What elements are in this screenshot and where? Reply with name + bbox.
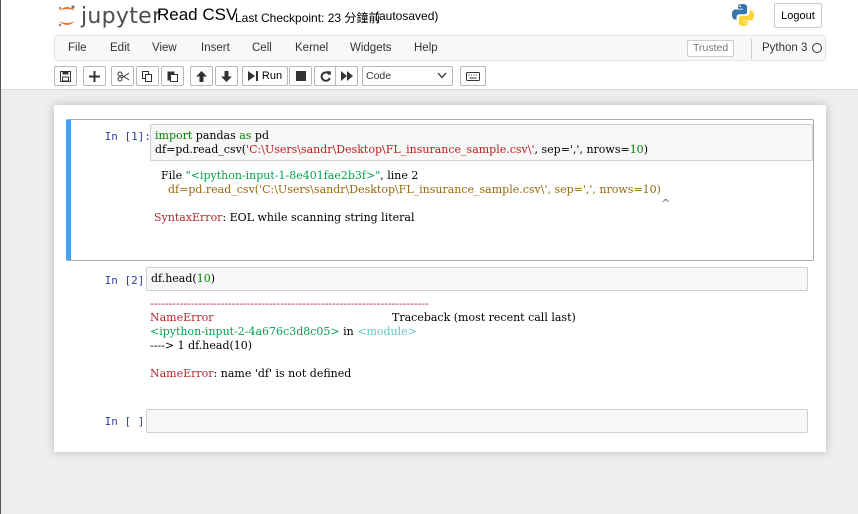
code-input-3[interactable] (146, 409, 808, 433)
keyboard-icon (466, 71, 480, 81)
cell-type-value: Code (366, 70, 392, 82)
chevron-down-icon (437, 72, 447, 79)
output-code-line: df=pd.read_csv('C:\Users\sandr\Desktop\F… (154, 183, 661, 196)
output-text: , line 2 (380, 169, 419, 182)
move-up-button[interactable] (190, 66, 213, 86)
code-line-2: df=pd.read_csv('C:\Users\sandr\Desktop\F… (155, 143, 648, 157)
traceback-location: <ipython-input-2-4a676c3d8c05> in <modul… (150, 325, 417, 339)
code-text: ) (643, 143, 648, 156)
error-name: NameError (150, 367, 214, 380)
code-input-1[interactable]: import pandas as pd df=pd.read_csv('C:\U… (150, 124, 813, 161)
error-name: NameError (150, 311, 214, 324)
traceback-module: <module> (357, 325, 417, 338)
input-prompt-1: In [1]: (104, 130, 151, 143)
output-text: File (154, 169, 186, 182)
restart-run-all-button[interactable] (335, 66, 358, 86)
output-error-line: NameError: name 'df' is not defined (150, 367, 351, 381)
window-edge (0, 0, 1, 514)
trusted-indicator[interactable]: Trusted (687, 40, 735, 57)
save-icon (60, 70, 71, 82)
code-cell-3[interactable]: In [ ]: (66, 407, 814, 437)
error-name: SyntaxError (154, 211, 223, 224)
jupyter-logo[interactable]: jupyter (57, 3, 161, 29)
traceback-label: Traceback (most recent call last) (392, 311, 576, 324)
output-file-line: File "<ipython-input-1-8e401fae2b3f>", l… (154, 169, 418, 183)
traceback-header: NameError (150, 311, 214, 325)
notebook-name[interactable]: Read CSV (157, 5, 237, 25)
checkpoint-status: Last Checkpoint: 23 分鐘前 (235, 11, 381, 25)
menu-help[interactable]: Help (414, 42, 438, 54)
input-prompt-3: In [ ]: (104, 415, 151, 428)
code-cell-1[interactable]: In [1]: import pandas as pd df=pd.read_c… (66, 119, 814, 261)
code-line: df.head(10) (151, 272, 215, 286)
restart-icon (320, 70, 331, 82)
menubar: File Edit View Insert Cell Kernel Widget… (54, 35, 826, 61)
run-label: Run (261, 70, 283, 82)
paste-icon (167, 71, 178, 82)
code-cell-2[interactable]: In [2]: df.head(10) --------------------… (66, 265, 814, 395)
menu-insert[interactable]: Insert (201, 42, 230, 54)
paste-button[interactable] (161, 66, 184, 86)
command-palette-button[interactable] (460, 66, 486, 86)
code-number: 10 (629, 143, 644, 156)
move-down-button[interactable] (215, 66, 238, 86)
notebook-container: In [1]: import pandas as pd df=pd.read_c… (54, 105, 826, 452)
save-button[interactable] (54, 66, 77, 86)
kernel-name[interactable]: Python 3 (762, 42, 807, 54)
autosave-status: (autosaved) (375, 9, 439, 23)
code-line-1: import pandas as pd (155, 129, 269, 143)
plus-icon (89, 70, 100, 82)
code-text: ) (210, 272, 215, 285)
code-text: pd (251, 129, 270, 142)
menubar-divider (751, 39, 752, 59)
menu-kernel[interactable]: Kernel (295, 42, 328, 54)
menu-widgets[interactable]: Widgets (350, 42, 392, 54)
code-text: df.head( (151, 272, 197, 285)
output-caret: ^ (661, 197, 671, 210)
fast-forward-icon (340, 71, 353, 81)
output-filename: "<ipython-input-1-8e401fae2b3f>" (185, 169, 381, 182)
kernel-idle-icon (812, 43, 822, 53)
cut-button[interactable] (111, 66, 134, 86)
interrupt-button[interactable] (289, 66, 312, 86)
copy-icon (142, 70, 152, 82)
traceback-arrow-line: ----> 1 df.head(10) (150, 339, 253, 352)
copy-button[interactable] (136, 66, 159, 86)
code-text: df=pd.read_csv( (155, 143, 247, 156)
header: jupyter Read CSV Last Checkpoint: 23 分鐘前… (0, 0, 858, 90)
menu-cell[interactable]: Cell (252, 42, 272, 54)
stop-icon (295, 71, 306, 81)
menu-file[interactable]: File (68, 42, 87, 54)
arrow-down-icon (221, 70, 232, 82)
traceback-input: <ipython-input-2-4a676c3d8c05> (150, 325, 340, 338)
code-text: pandas (192, 129, 240, 142)
error-message: : EOL while scanning string literal (222, 211, 415, 224)
scissors-icon (117, 71, 129, 81)
code-number: 10 (196, 272, 211, 285)
python-logo-icon (731, 3, 755, 30)
input-prompt-2: In [2]: (104, 274, 151, 287)
insert-cell-button[interactable] (83, 66, 106, 86)
code-keyword: as (239, 129, 252, 142)
run-button[interactable]: Run (242, 66, 288, 86)
logo-text: jupyter (81, 3, 162, 29)
jupyter-orbit-icon (58, 5, 75, 27)
logout-button[interactable]: Logout (774, 3, 822, 28)
step-forward-icon (247, 71, 258, 81)
output-error-line: SyntaxError: EOL while scanning string l… (154, 211, 415, 225)
code-keyword: import (155, 129, 193, 142)
menu-edit[interactable]: Edit (110, 42, 130, 54)
error-message: : name 'df' is not defined (213, 367, 352, 380)
menu-view[interactable]: View (152, 42, 177, 54)
code-input-2[interactable]: df.head(10) (146, 267, 808, 291)
traceback-divider: ----------------------------------------… (150, 297, 429, 310)
traceback-in: in (339, 325, 358, 338)
arrow-up-icon (196, 70, 207, 82)
restart-button[interactable] (314, 66, 337, 86)
code-text: , sep=',', nrows= (534, 143, 630, 156)
code-string: 'C:\Users\sandr\Desktop\FL_insurance_sam… (246, 143, 535, 156)
cell-type-select[interactable]: Code (362, 66, 453, 86)
